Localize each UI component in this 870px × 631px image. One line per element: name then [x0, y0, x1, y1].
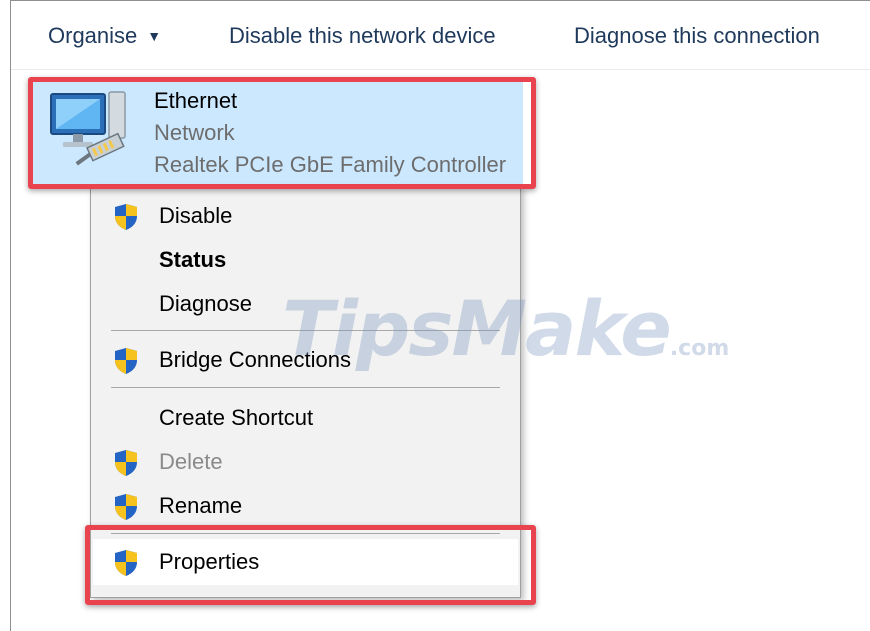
watermark: TipsMake.com [282, 284, 729, 373]
disable-device-button[interactable]: Disable this network device [229, 23, 496, 49]
shield-icon [115, 494, 137, 520]
shield-icon [115, 204, 137, 230]
command-bar: Organise ▼ Disable this network device Di… [11, 1, 870, 70]
organise-menu-button[interactable]: Organise ▼ [48, 23, 161, 49]
chevron-down-icon: ▼ [147, 28, 162, 44]
shield-icon [115, 348, 137, 374]
menu-item-label: Delete [159, 449, 223, 474]
diagnose-connection-button[interactable]: Diagnose this connection [574, 23, 820, 49]
menu-item-label: Create Shortcut [159, 405, 314, 430]
watermark-text: TipsMake [282, 284, 672, 373]
organise-label: Organise [48, 23, 138, 48]
menu-item-label: Diagnose [159, 291, 252, 316]
shield-icon [115, 450, 137, 476]
menu-item-delete[interactable]: Delete [91, 441, 520, 481]
menu-item-disable[interactable]: Disable [91, 195, 520, 235]
watermark-suffix: .com [669, 336, 730, 361]
menu-item-label: Rename [159, 493, 243, 518]
menu-item-label: Disable [159, 203, 233, 228]
menu-item-status[interactable]: Status [91, 239, 520, 279]
properties-highlight-box [85, 525, 536, 605]
menu-separator [111, 387, 500, 388]
menu-item-create-shortcut[interactable]: Create Shortcut [91, 397, 520, 437]
menu-item-rename[interactable]: Rename [91, 485, 520, 525]
menu-item-label: Status [159, 247, 227, 272]
item-highlight-box [28, 77, 536, 189]
